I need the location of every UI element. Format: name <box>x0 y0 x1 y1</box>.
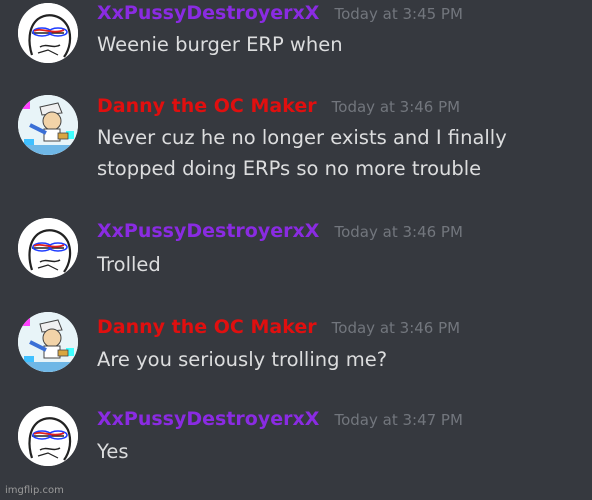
user-avatar[interactable] <box>18 312 78 372</box>
timestamp: Today at 3:46 PM <box>331 98 461 116</box>
message-header: XxPussyDestroyerxX Today at 3:46 PM <box>97 220 463 242</box>
username[interactable]: Danny the OC Maker <box>97 316 317 338</box>
timestamp: Today at 3:47 PM <box>334 411 463 429</box>
username[interactable]: XxPussyDestroyerxX <box>97 2 319 24</box>
username[interactable]: Danny the OC Maker <box>97 95 317 117</box>
sketch-face-avatar-icon <box>18 218 78 278</box>
message-header: XxPussyDestroyerxX Today at 3:47 PM <box>97 408 463 430</box>
message-text: Are you seriously trolling me? <box>97 348 388 371</box>
username[interactable]: XxPussyDestroyerxX <box>97 220 319 242</box>
cartoon-character-avatar-icon <box>18 95 78 155</box>
sketch-face-avatar-icon <box>18 3 78 63</box>
message-header: XxPussyDestroyerxX Today at 3:45 PM <box>97 2 463 24</box>
timestamp: Today at 3:46 PM <box>334 223 463 241</box>
message-text: Trolled <box>97 253 161 276</box>
message-text: Never cuz he no longer exists and I fina… <box>97 126 507 180</box>
sketch-face-avatar-icon <box>18 406 78 466</box>
user-avatar[interactable] <box>18 3 78 63</box>
cartoon-character-avatar-icon <box>18 312 78 372</box>
username[interactable]: XxPussyDestroyerxX <box>97 408 319 430</box>
timestamp: Today at 3:46 PM <box>331 319 461 337</box>
user-avatar[interactable] <box>18 406 78 466</box>
timestamp: Today at 3:45 PM <box>334 5 463 23</box>
user-avatar[interactable] <box>18 218 78 278</box>
message-header: Danny the OC Maker Today at 3:46 PM <box>97 316 460 338</box>
message-text: Yes <box>97 440 129 463</box>
user-avatar[interactable] <box>18 95 78 155</box>
message-header: Danny the OC Maker Today at 3:46 PM <box>97 95 460 117</box>
imgflip-watermark: imgflip.com <box>5 485 64 496</box>
message-text: Weenie burger ERP when <box>97 33 343 56</box>
